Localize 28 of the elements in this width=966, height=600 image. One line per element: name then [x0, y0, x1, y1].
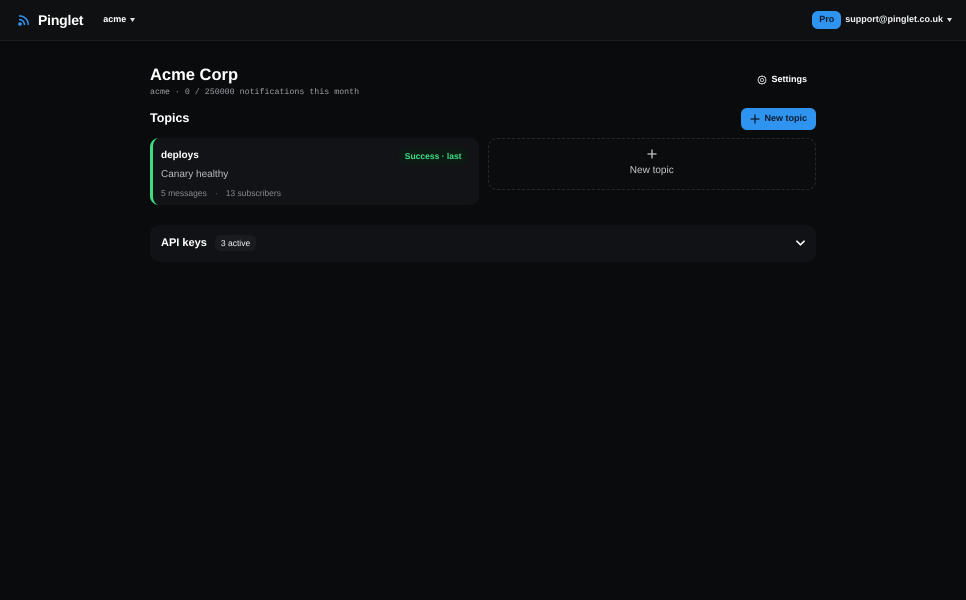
message-count: 5 messages	[161, 187, 207, 200]
last-message: Canary healthy	[161, 168, 230, 182]
api-keys-panel[interactable]: API keys 3 active	[150, 224, 816, 262]
separator-dot: ·	[214, 187, 218, 200]
usage-text: acme · 0 / 250000 notifications this month	[150, 87, 360, 100]
section-heading: Topics	[150, 111, 190, 126]
subscriber-count: 13 subscribers	[226, 187, 281, 200]
new-topic-label: New topic	[630, 164, 674, 178]
new-topic-card[interactable]: New topic	[488, 138, 816, 190]
brand-name[interactable]: Pinglet	[38, 10, 84, 30]
count-badge: 3 active	[214, 234, 256, 252]
caret-icon	[130, 18, 136, 22]
chevron-icon	[796, 239, 805, 248]
workspace-dropdown[interactable]: acme	[103, 13, 136, 27]
logo-icon	[18, 14, 30, 26]
new-topic-button[interactable]: New topic	[741, 108, 816, 130]
settings-button[interactable]: Settings	[757, 73, 807, 86]
account-dropdown[interactable]: support@pinglet.co.uk	[845, 13, 952, 27]
panel-title: API keys	[161, 236, 207, 251]
org-title: Acme Corp	[150, 66, 240, 84]
plus-icon	[646, 149, 657, 160]
settings-icon	[757, 74, 768, 85]
plan-badge: Pro	[812, 11, 842, 29]
caret-icon	[947, 18, 952, 22]
topic-name: deploys	[161, 149, 199, 164]
status-badge: Success · last	[398, 148, 468, 164]
plus-icon	[750, 114, 760, 124]
topic-card[interactable]: deploys Success · last Canary healthy 5 messages · 13 subscribers	[150, 138, 478, 205]
